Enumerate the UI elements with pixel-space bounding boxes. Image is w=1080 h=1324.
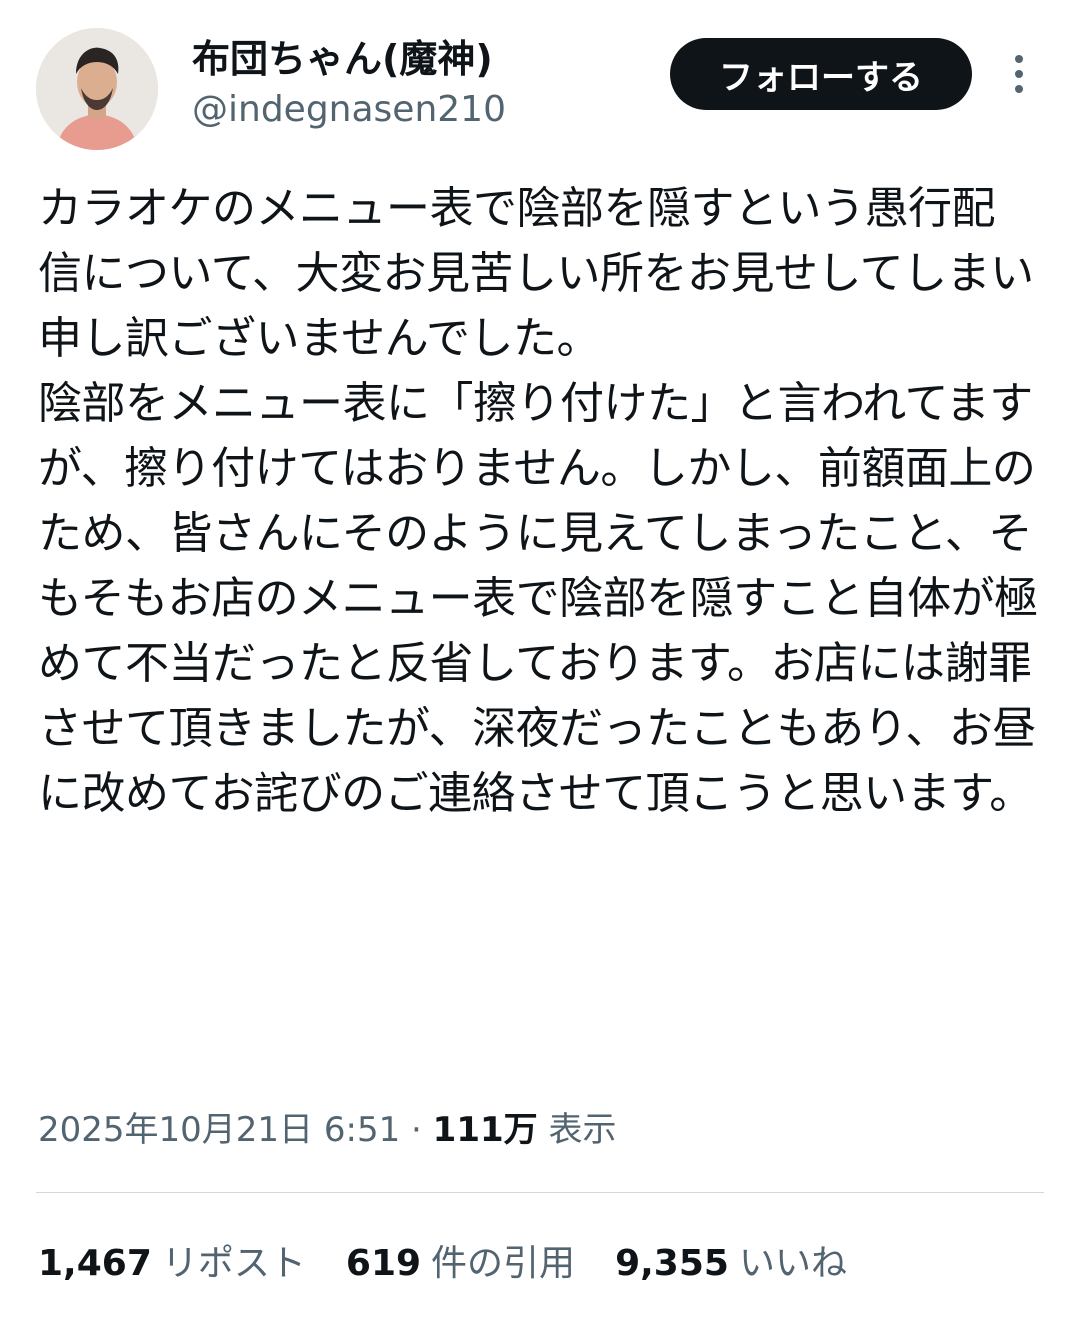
meta-separator: · bbox=[411, 1110, 422, 1150]
likes-label: いいね bbox=[738, 1243, 847, 1284]
display-name[interactable]: 布団ちゃん(魔神) bbox=[192, 36, 506, 82]
follow-button[interactable]: フォローする bbox=[670, 38, 972, 110]
tweet-timestamp[interactable]: 2025年10月21日 6:51 bbox=[38, 1110, 400, 1150]
reposts-label: リポスト bbox=[161, 1243, 306, 1284]
more-vertical-icon bbox=[1015, 55, 1023, 93]
tweet-meta: 2025年10月21日 6:51 · 111万 表示 bbox=[38, 1104, 616, 1156]
likes-stat[interactable]: 9,355 いいね bbox=[615, 1236, 847, 1292]
avatar[interactable] bbox=[36, 28, 158, 150]
engagement-stats: 1,467 リポスト 619 件の引用 9,355 いいね bbox=[38, 1236, 847, 1292]
views-count: 111万 bbox=[432, 1110, 538, 1150]
tweet-header: 布団ちゃん(魔神) @indegnasen210 フォローする bbox=[36, 28, 1044, 152]
reposts-count: 1,467 bbox=[38, 1243, 152, 1284]
divider bbox=[36, 1192, 1044, 1193]
reposts-stat[interactable]: 1,467 リポスト bbox=[38, 1236, 306, 1292]
quotes-count: 619 bbox=[345, 1243, 422, 1284]
user-handle[interactable]: @indegnasen210 bbox=[192, 86, 506, 134]
views-label: 表示 bbox=[548, 1110, 617, 1150]
likes-count: 9,355 bbox=[615, 1243, 729, 1284]
quotes-label: 件の引用 bbox=[431, 1243, 576, 1284]
tweet-text: カラオケのメニュー表で陰部を隠すという愚行配信について、大変お見苦しい所をお見せ… bbox=[38, 183, 1038, 819]
more-options-button[interactable] bbox=[1002, 50, 1036, 98]
avatar-photo-icon bbox=[36, 28, 158, 150]
author-names: 布団ちゃん(魔神) @indegnasen210 bbox=[192, 36, 506, 134]
quotes-stat[interactable]: 619 件の引用 bbox=[346, 1236, 575, 1292]
